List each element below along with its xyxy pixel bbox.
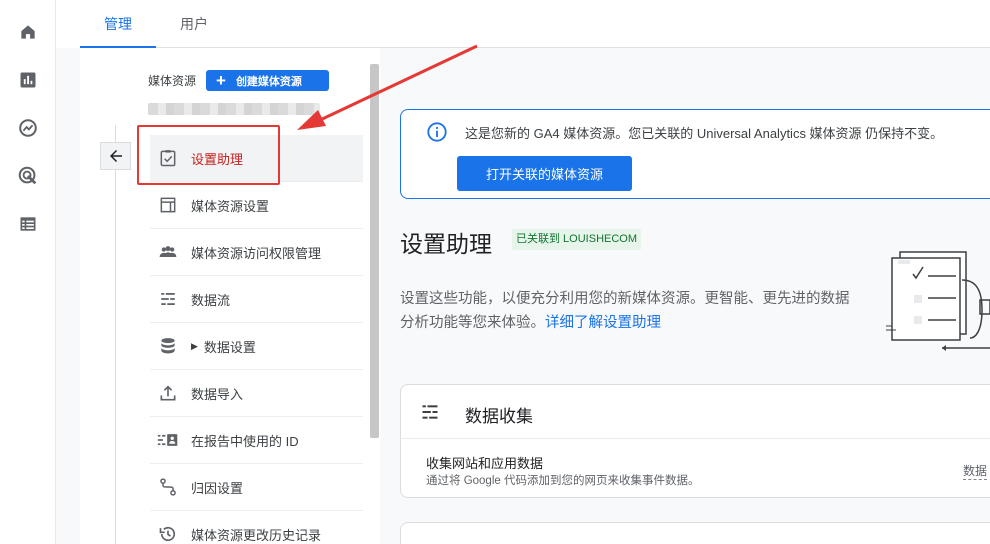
history-icon [157, 523, 179, 544]
card-divider [400, 438, 990, 439]
property-label: 媒体资源 [148, 74, 197, 88]
property-settings-icon [157, 194, 179, 216]
menu-item-label: 数据导入 [191, 386, 244, 402]
arrow-back-icon [109, 150, 122, 162]
card-title: 数据收集 [465, 407, 533, 426]
next-setup-card [400, 522, 990, 544]
menu-item-label: 设置助理 [191, 151, 244, 167]
plus-icon: + [216, 71, 226, 90]
create-property-label: 创建媒体资源 [235, 75, 302, 88]
task-subtitle: 通过将 Google 代码添加到您的网页来收集事件数据。 [426, 475, 700, 487]
menu-item-setup-assistant[interactable]: 设置助理 [150, 135, 363, 182]
column-divider [115, 125, 116, 544]
people-icon [157, 241, 179, 263]
create-property-button[interactable]: + 创建媒体资源 [206, 70, 329, 91]
data-streams-icon [157, 288, 179, 310]
menu-item-data-import[interactable]: 数据导入 [150, 370, 363, 417]
home-icon[interactable] [16, 20, 40, 44]
tab-admin[interactable]: 管理 [80, 0, 156, 48]
menu-item-change-history[interactable]: 媒体资源更改历史记录 [150, 511, 363, 544]
menu-item-label: 数据流 [191, 292, 231, 308]
menu-item-label: 归因设置 [191, 480, 244, 496]
reports-icon[interactable] [16, 68, 40, 92]
menu-item-label: 媒体资源更改历史记录 [191, 527, 322, 543]
setup-description: 设置这些功能，以便充分利用您的新媒体资源。更智能、更先进的数据分析功能等您来体验… [400, 287, 860, 335]
open-linked-property-button[interactable]: 打开关联的媒体资源 [457, 156, 632, 191]
reporting-id-icon [157, 429, 179, 451]
left-nav-rail [0, 0, 56, 544]
menu-item-label: 媒体资源访问权限管理 [191, 245, 322, 261]
configure-icon[interactable] [16, 212, 40, 236]
menu-item-label: 媒体资源设置 [191, 198, 270, 214]
notice-message: 这是您新的 GA4 媒体资源。您已关联的 Universal Analytics… [465, 126, 944, 141]
page-title: 设置助理 [400, 231, 492, 257]
property-column-scrollbar[interactable] [370, 64, 379, 438]
menu-item-attribution-settings[interactable]: 归因设置 [150, 464, 363, 511]
menu-item-data-streams[interactable]: 数据流 [150, 276, 363, 323]
info-icon [426, 121, 448, 148]
property-selector-redacted[interactable] [148, 103, 320, 115]
attribution-icon [157, 476, 179, 498]
admin-tabs: 管理 用户 [80, 0, 990, 48]
data-streams-icon [420, 402, 440, 427]
menu-item-access-management[interactable]: 媒体资源访问权限管理 [150, 229, 363, 276]
explore-icon[interactable] [16, 116, 40, 140]
task-title[interactable]: 收集网站和应用数据 [426, 453, 543, 472]
tab-user[interactable]: 用户 [156, 0, 232, 48]
menu-item-label: 在报告中使用的 ID [191, 433, 299, 449]
checklist-icon [157, 147, 179, 169]
expand-triangle-icon[interactable]: ▶ [191, 341, 198, 352]
menu-item-reporting-id[interactable]: 在报告中使用的 ID [150, 417, 363, 464]
checklist-illustration [886, 250, 990, 365]
menu-item-data-settings[interactable]: ▶ 数据设置 [150, 323, 363, 370]
database-icon [157, 335, 179, 357]
upload-icon [157, 382, 179, 404]
menu-item-property-settings[interactable]: 媒体资源设置 [150, 182, 363, 229]
back-button[interactable] [100, 142, 131, 170]
linked-status-badge: 已关联到 LOUISHECOM [512, 229, 642, 250]
task-status-link[interactable]: 数据 [963, 462, 988, 480]
menu-item-label: 数据设置 [203, 339, 256, 355]
advertising-icon[interactable] [16, 164, 40, 188]
learn-more-link[interactable]: 详细了解设置助理 [545, 315, 661, 331]
